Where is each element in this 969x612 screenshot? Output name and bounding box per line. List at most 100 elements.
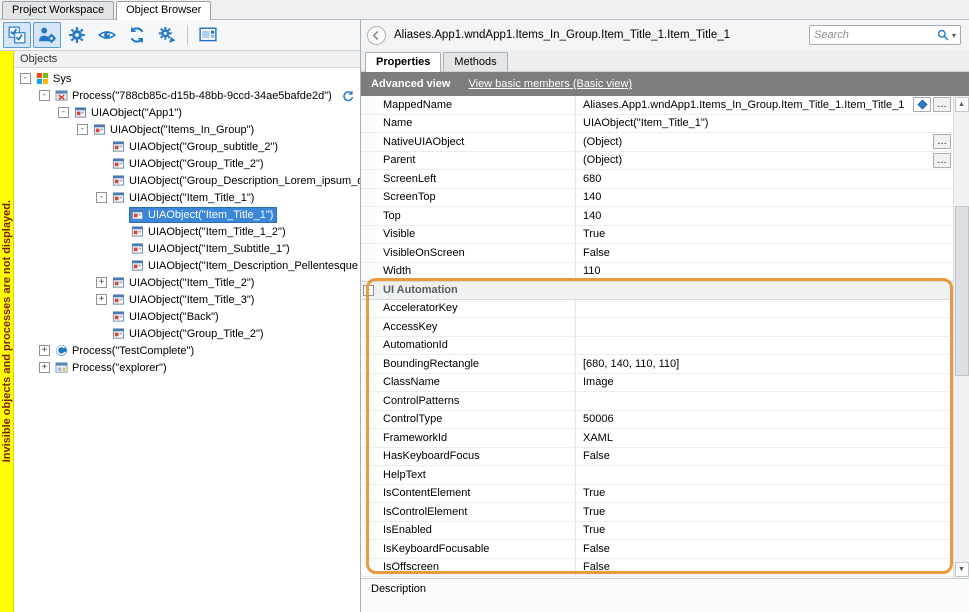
- tree-item[interactable]: +Process("explorer"): [14, 359, 360, 376]
- tree-item[interactable]: UIAObject("Item_Title_1_2"): [14, 223, 360, 240]
- tab-project-workspace[interactable]: Project Workspace: [2, 1, 114, 19]
- expander-spacer: [115, 226, 126, 237]
- ellipsis-button[interactable]: …: [933, 153, 951, 168]
- vertical-scrollbar[interactable]: ▲ ▼: [953, 96, 969, 578]
- expand-icon[interactable]: +: [96, 294, 107, 305]
- tree-item-label: UIAObject("Item_Description_Pellentesque: [148, 260, 358, 272]
- collapse-icon[interactable]: -: [58, 107, 69, 118]
- tree-item[interactable]: UIAObject("Group_Title_2"): [14, 155, 360, 172]
- property-row[interactable]: IsControlElementTrue: [361, 503, 953, 522]
- property-row[interactable]: IsOffscreenFalse: [361, 559, 953, 578]
- search-box[interactable]: ▾: [809, 25, 961, 45]
- property-name: Parent: [376, 152, 576, 170]
- expand-icon[interactable]: +: [39, 362, 50, 373]
- property-row[interactable]: ClassNameImage: [361, 374, 953, 393]
- view-eye-button[interactable]: [93, 22, 121, 48]
- expand-icon[interactable]: +: [96, 277, 107, 288]
- property-row[interactable]: Top140: [361, 207, 953, 226]
- property-row[interactable]: Parent(Object)…: [361, 152, 953, 171]
- run-gear-icon: [158, 26, 176, 44]
- tree-item[interactable]: -UIAObject("Item_Title_1"): [14, 189, 360, 206]
- collapse-icon[interactable]: -: [77, 124, 88, 135]
- tree-item[interactable]: UIAObject("Back"): [14, 308, 360, 325]
- scrollbar-thumb[interactable]: [955, 206, 969, 376]
- settings-gear-icon: [68, 26, 86, 44]
- search-icon[interactable]: [937, 29, 949, 41]
- tree-item[interactable]: -Sys: [14, 70, 360, 87]
- tree-item[interactable]: UIAObject("Item_Title_1"): [14, 206, 360, 223]
- property-row[interactable]: ControlPatterns: [361, 392, 953, 411]
- object-tree: -Sys-Process("788cb85c-d15b-48bb-9ccd-34…: [14, 68, 360, 612]
- expand-icon[interactable]: +: [39, 345, 50, 356]
- property-row[interactable]: HasKeyboardFocusFalse: [361, 448, 953, 467]
- back-arrow-icon: [371, 30, 382, 41]
- checked-objects-button[interactable]: [3, 22, 31, 48]
- property-row[interactable]: HelpText: [361, 466, 953, 485]
- tab-properties[interactable]: Properties: [365, 52, 441, 72]
- basic-view-link[interactable]: View basic members (Basic view): [468, 78, 632, 90]
- collapse-icon[interactable]: -: [363, 285, 374, 296]
- expander-spacer: [96, 175, 107, 186]
- tree-item[interactable]: -UIAObject("App1"): [14, 104, 360, 121]
- ellipsis-button[interactable]: …: [933, 97, 951, 112]
- alias-button[interactable]: [913, 97, 931, 112]
- property-row[interactable]: AutomationId: [361, 337, 953, 356]
- collapse-icon[interactable]: -: [39, 90, 50, 101]
- tree-item[interactable]: UIAObject("Group_subtitle_2"): [14, 138, 360, 155]
- property-row[interactable]: NativeUIAObject(Object)…: [361, 133, 953, 152]
- property-row[interactable]: ControlType50006: [361, 411, 953, 430]
- property-row[interactable]: ScreenLeft680: [361, 170, 953, 189]
- tree-item[interactable]: UIAObject("Group_Description_Lorem_ipsum…: [14, 172, 360, 189]
- property-value: 110: [583, 265, 951, 277]
- tab-methods[interactable]: Methods: [443, 52, 507, 71]
- property-value: XAML: [583, 432, 951, 444]
- property-row[interactable]: NameUIAObject("Item_Title_1"): [361, 115, 953, 134]
- expander-spacer: [115, 209, 126, 220]
- highlight-object-button[interactable]: [33, 22, 61, 48]
- property-row[interactable]: MappedNameAliases.App1.wndApp1.Items_In_…: [361, 96, 953, 115]
- property-row[interactable]: VisibleTrue: [361, 226, 953, 245]
- testcomplete-icon: [55, 344, 68, 357]
- tree-item-label: UIAObject("Items_In_Group"): [110, 124, 254, 136]
- uiaobject-icon: [131, 259, 144, 272]
- run-gear-button[interactable]: [153, 22, 181, 48]
- object-panel-icon: [199, 26, 217, 44]
- property-row[interactable]: IsEnabledTrue: [361, 522, 953, 541]
- tree-item[interactable]: UIAObject("Item_Description_Pellentesque: [14, 257, 360, 274]
- collapse-icon[interactable]: -: [20, 73, 31, 84]
- ellipsis-button[interactable]: …: [933, 134, 951, 149]
- property-row[interactable]: BoundingRectangle[680, 140, 110, 110]: [361, 355, 953, 374]
- tree-item[interactable]: +Process("TestComplete"): [14, 342, 360, 359]
- back-button[interactable]: [367, 26, 386, 45]
- tree-item[interactable]: +UIAObject("Item_Title_3"): [14, 291, 360, 308]
- object-panel-button[interactable]: [194, 22, 222, 48]
- property-row[interactable]: AccessKey: [361, 318, 953, 337]
- property-row[interactable]: VisibleOnScreenFalse: [361, 244, 953, 263]
- tab-object-browser[interactable]: Object Browser: [116, 1, 211, 20]
- property-row[interactable]: FrameworkIdXAML: [361, 429, 953, 448]
- section-label: UI Automation: [376, 284, 458, 296]
- property-row[interactable]: IsKeyboardFocusableFalse: [361, 540, 953, 559]
- tree-item[interactable]: +UIAObject("Item_Title_2"): [14, 274, 360, 291]
- uiaobject-icon: [131, 208, 144, 221]
- refresh-button[interactable]: [123, 22, 151, 48]
- advanced-view-label: Advanced view: [371, 78, 450, 90]
- tree-item[interactable]: - UIAObject("Items_In_Group"): [14, 121, 360, 138]
- property-value: True: [583, 228, 951, 240]
- property-row[interactable]: ScreenTop140: [361, 189, 953, 208]
- application-window: Project WorkspaceObject Browser Invisibl…: [0, 0, 969, 612]
- tree-item[interactable]: UIAObject("Item_Subtitle_1"): [14, 240, 360, 257]
- tree-item[interactable]: UIAObject("Group_Title_2"): [14, 325, 360, 342]
- search-input[interactable]: [814, 29, 934, 41]
- settings-gear-button[interactable]: [63, 22, 91, 48]
- search-dropdown-icon[interactable]: ▾: [952, 31, 956, 40]
- scroll-up-icon[interactable]: ▲: [955, 97, 969, 112]
- tree-item[interactable]: -Process("788cb85c-d15b-48bb-9ccd-34ae5b…: [14, 87, 360, 104]
- property-row[interactable]: AcceleratorKey: [361, 300, 953, 319]
- collapse-icon[interactable]: -: [96, 192, 107, 203]
- property-row[interactable]: Width110: [361, 263, 953, 282]
- property-value: False: [583, 543, 951, 555]
- scroll-down-icon[interactable]: ▼: [955, 562, 969, 577]
- property-row[interactable]: IsContentElementTrue: [361, 485, 953, 504]
- tree-item-label: UIAObject("Back"): [129, 311, 219, 323]
